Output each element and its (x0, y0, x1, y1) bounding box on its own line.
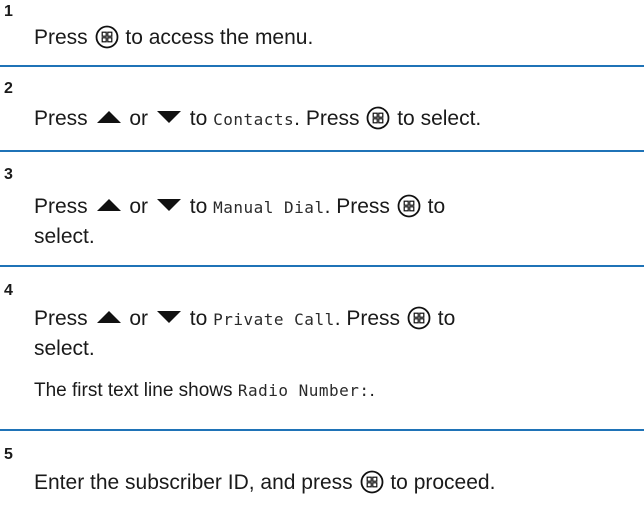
down-arrow-icon (156, 111, 181, 123)
up-arrow-icon (96, 311, 121, 323)
step-text: Press or to Private Call. Press to (34, 306, 456, 330)
step-divider (0, 65, 644, 67)
step-divider (0, 150, 644, 152)
display-text-code: Radio Number: (237, 381, 370, 400)
menu-ok-button-icon (366, 106, 390, 130)
step-number: 5 (4, 446, 13, 463)
step-text: Press to access the menu. (34, 25, 314, 49)
step-text-continuation: select. (34, 225, 95, 248)
menu-item-code: Private Call (213, 310, 335, 329)
up-arrow-icon (96, 111, 121, 123)
step-text: Enter the subscriber ID, and press to pr… (34, 470, 496, 494)
menu-item-code: Contacts (213, 110, 295, 129)
up-arrow-icon (96, 199, 121, 211)
menu-item-code: Manual Dial (213, 198, 325, 217)
step-divider (0, 429, 644, 431)
step-divider (0, 265, 644, 267)
step-note: The first text line shows Radio Number:. (34, 380, 375, 401)
menu-ok-button-icon (397, 194, 421, 218)
menu-ok-button-icon (407, 306, 431, 330)
step-text: Press or to Manual Dial. Press to (34, 194, 446, 218)
menu-ok-button-icon (360, 470, 383, 494)
step-number: 4 (4, 282, 13, 299)
down-arrow-icon (156, 199, 181, 211)
step-text: Press or to Contacts. Press to select. (34, 106, 482, 130)
step-number: 3 (4, 166, 13, 183)
down-arrow-icon (156, 311, 181, 323)
menu-ok-button-icon (95, 25, 118, 49)
step-number: 2 (4, 80, 13, 97)
step-number: 1 (4, 3, 13, 20)
step-text-continuation: select. (34, 337, 95, 360)
